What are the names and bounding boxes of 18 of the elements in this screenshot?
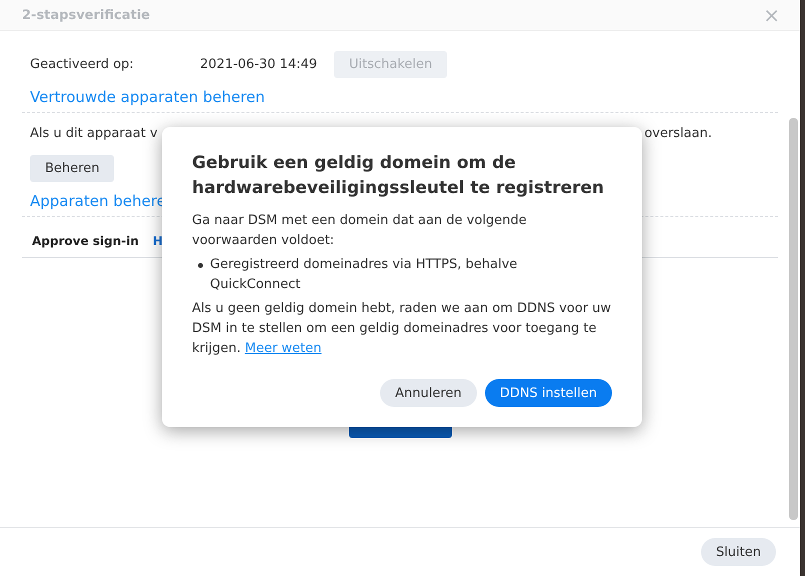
description-text: overslaan.	[644, 126, 712, 141]
window-title: 2-stapsverificatie	[22, 8, 150, 22]
scrollbar-thumb[interactable]	[789, 118, 798, 520]
manage-button[interactable]: Beheren	[30, 155, 114, 182]
confirm-button[interactable]: DDNS instellen	[484, 379, 612, 407]
bullet-item: Geregistreerd domeinadres via HTTPS, behalve QuickConnect	[198, 255, 572, 295]
field-value: 2021-06-30 14:49	[200, 57, 318, 72]
learn-more-link[interactable]: Meer weten	[244, 341, 322, 356]
cancel-button[interactable]: Annuleren	[380, 379, 477, 407]
description-text: Als u dit apparaat v	[30, 126, 158, 141]
dialog-text: Als u geen geldig domein hebt, raden we aan om DDNS voor uw DSM in te stellen om een geldig domeinadres voor toegang te krijgen. Meer weten	[192, 300, 612, 358]
close-button[interactable]: Sluiten	[700, 538, 776, 566]
tab[interactable]: Approve sign-in	[32, 234, 139, 248]
tab[interactable]: H	[152, 234, 163, 248]
section-heading: Vertrouwde apparaten beheren	[29, 88, 266, 106]
field-label: Geactiveerd op:	[30, 57, 135, 72]
dialog-text: Ga naar DSM met een domein dat aan de volgende voorwaarden voldoet:	[192, 212, 528, 250]
dialog-title: Gebruik een geldig domein om de hardwarebeveiligingssleutel te registreren	[192, 152, 606, 200]
